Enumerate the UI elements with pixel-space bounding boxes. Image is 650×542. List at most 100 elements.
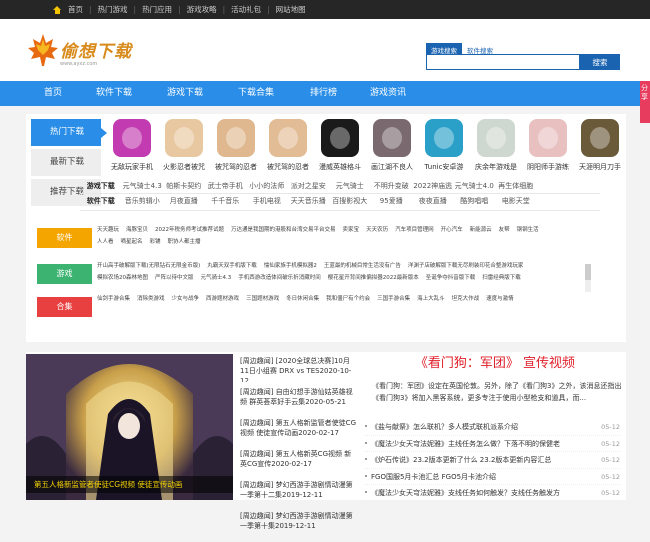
category-link[interactable]: 元气骑士4.3 <box>201 275 232 281</box>
category-link[interactable]: 我和僵尸有个约会 <box>326 296 370 302</box>
app-name[interactable]: 被咒驾的忍者 <box>262 162 314 172</box>
app-icon[interactable] <box>425 119 463 157</box>
app-icon[interactable] <box>269 119 307 157</box>
tag-link[interactable]: 月夜直播 <box>163 196 205 206</box>
topbar-link-hot-games[interactable]: 热门游戏 <box>98 4 128 15</box>
tag-link[interactable]: 小小的法师 <box>246 181 288 191</box>
category-link[interactable]: 2022年税务师考试推荐试题 <box>155 227 224 233</box>
tag-link[interactable]: 百搜影视大 <box>329 196 371 206</box>
app-icon[interactable] <box>373 119 411 157</box>
category-link[interactable]: 手机西游改造体间破乐折消藏时间 <box>238 275 321 281</box>
search-input[interactable] <box>426 54 580 70</box>
app-icon[interactable] <box>529 119 567 157</box>
app-name[interactable]: 无敌玩家手机 <box>106 162 158 172</box>
app-name[interactable]: Tunic安卓游 <box>418 162 470 172</box>
app-name[interactable]: 天涯明月刀手 <box>574 162 626 172</box>
tag-link[interactable]: 元气骑士4.0 <box>454 181 496 191</box>
app-icon[interactable] <box>113 119 151 157</box>
category-link[interactable]: 钢钢生活 <box>517 227 539 233</box>
category-link[interactable]: 仙剑手游合集 <box>97 296 130 302</box>
topbar-link-sitemap[interactable]: 网站地图 <box>276 4 306 15</box>
tag-link[interactable]: 天天音乐播 <box>288 196 330 206</box>
app-icon[interactable] <box>217 119 255 157</box>
news-item[interactable]: [周边趣闻] [2020全球总决赛]10月11日小组赛 DRX vs TES20… <box>240 356 358 382</box>
feature-list-item[interactable]: 《魔法少女天穹法妮雅》主线任务怎么做？下落不明的保健老 05-12 <box>365 436 620 452</box>
category-link[interactable]: 少女与战争 <box>172 296 200 302</box>
app-item[interactable]: 被咒驾的忍者 <box>262 119 314 172</box>
category-link[interactable]: 樱花星开背间推偏拟器2022最新版本 <box>328 275 419 281</box>
feature-item-text[interactable]: 《魔法少女天穹法妮雅》支线任务如何触发？支线任务触发方 <box>371 489 560 497</box>
tab-hot-downloads[interactable]: 热门下载 <box>31 119 107 146</box>
category-link[interactable]: 懦仙家族手机模拟器2 <box>264 263 317 269</box>
tag-link[interactable]: 元气骑士 <box>329 181 371 191</box>
topbar-link-hot-apps[interactable]: 热门应用 <box>142 4 172 15</box>
category-link[interactable]: 天天农历 <box>366 227 388 233</box>
category-button[interactable]: 游戏 <box>37 264 92 284</box>
feature-item-title[interactable]: 《魔法少女天穹法妮雅》支线任务如何触发？支线任务触发方 <box>365 485 560 501</box>
category-link[interactable]: 友帮 <box>499 227 510 233</box>
tag-link[interactable]: 电影天堂 <box>495 196 537 206</box>
news-item[interactable]: [周边趣闻] 梦幻西游手游剧情动漫第一季第十二集2019-12-11 <box>240 480 358 506</box>
hero-image[interactable]: 第五人格新监管者使徒CG视频 使徒宣传动画 <box>26 354 233 500</box>
category-link[interactable]: 职协人都主播 <box>168 239 201 245</box>
feature-list-item[interactable]: FGO国服5月卡池汇总 FGO5月卡池介绍 05-12 <box>365 469 620 485</box>
nav-games[interactable]: 游戏下载 <box>167 81 203 106</box>
app-name[interactable]: 阴阳师手游练 <box>522 162 574 172</box>
feature-item-title[interactable]: 《魔法少女天穹法妮雅》主线任务怎么做？下落不明的保健老 <box>365 436 560 452</box>
feature-item-title[interactable]: 《炉石传说》23.2版本更新了什么 23.2版本更新内容汇总 <box>365 452 551 468</box>
category-link[interactable]: 速度与激情 <box>486 296 514 302</box>
app-name[interactable]: 被咒驾的忍者 <box>210 162 262 172</box>
feature-item-text[interactable]: FGO国服5月卡池汇总 FGO5月卡池介绍 <box>371 473 496 481</box>
nav-rankings[interactable]: 排行榜 <box>310 81 337 106</box>
feature-item-title[interactable]: FGO国服5月卡池汇总 FGO5月卡池介绍 <box>365 469 496 485</box>
tag-link[interactable]: 2022神庙逃 <box>412 181 454 191</box>
category-link[interactable]: 冬日休闲合集 <box>286 296 319 302</box>
category-link[interactable]: 洋渊子店破解版下载无尽刷装印花合整游戏玩家 <box>408 263 524 269</box>
nav-home[interactable]: 首页 <box>44 81 62 106</box>
share-float-button[interactable]: 分享 <box>640 81 650 123</box>
tag-link[interactable]: 夜夜直播 <box>412 196 454 206</box>
category-link[interactable]: 开山高手破解版下载(无限钻石无限金币版) <box>97 263 200 269</box>
feature-title[interactable]: 《看门狗：军团》 宣传视频 <box>365 356 625 372</box>
category-link[interactable]: 扫雷经典版下载 <box>482 275 521 281</box>
category-link[interactable]: 严阵以待中文版 <box>155 275 194 281</box>
feature-list-item[interactable]: 《盐与献祭》怎么联机？多人模式联机派系介绍 05-12 <box>365 419 620 436</box>
nav-software[interactable]: 软件下载 <box>96 81 132 106</box>
feature-item-title[interactable]: 《盐与献祭》怎么联机？多人模式联机派系介绍 <box>365 419 518 435</box>
search-button[interactable]: 搜索 <box>580 54 620 70</box>
app-item[interactable]: 庆余年游戏是 <box>470 119 522 172</box>
category-link[interactable]: 彩铺 <box>150 239 161 245</box>
tag-link[interactable]: 元气骑士4.3 <box>122 181 164 191</box>
topbar-link-gifts[interactable]: 活动礼包 <box>231 4 261 15</box>
news-item[interactable]: [周边趣闻] 梦幻西游手游剧情动漫第一季第十集2019-12-11 <box>240 511 358 537</box>
site-logo[interactable]: 偷想下载 www.ayxz.com <box>27 33 137 77</box>
category-link[interactable]: 丸霸天双手机版下载 <box>207 263 257 269</box>
category-link[interactable]: 西游题材游戏 <box>206 296 239 302</box>
category-link[interactable]: 王蓝最的机械目常生活没有广告 <box>324 263 401 269</box>
feature-list-item[interactable]: 《炉石传说》23.2版本更新了什么 23.2版本更新内容汇总 05-12 <box>365 452 620 469</box>
tag-link[interactable]: 音乐剪辑小 <box>122 196 164 206</box>
app-icon[interactable] <box>321 119 359 157</box>
category-button[interactable]: 软件 <box>37 228 92 248</box>
category-link[interactable]: 天天趣玩 <box>97 227 119 233</box>
app-item[interactable]: 阴阳师手游练 <box>522 119 574 172</box>
app-item[interactable]: Tunic安卓游 <box>418 119 470 172</box>
app-item[interactable]: 被咒驾的忍者 <box>210 119 262 172</box>
app-icon[interactable] <box>165 119 203 157</box>
app-item[interactable]: 漫威英雄格斗 <box>314 119 366 172</box>
nav-news[interactable]: 游戏资讯 <box>370 81 406 106</box>
category-link[interactable]: 海上大乱斗 <box>417 296 445 302</box>
app-item[interactable]: 画江湖不良人 <box>366 119 418 172</box>
category-link[interactable]: 海豚宝贝 <box>126 227 148 233</box>
home-icon[interactable] <box>53 5 62 14</box>
tag-link[interactable]: 手机电视 <box>246 196 288 206</box>
app-name[interactable]: 庆余年游戏是 <box>470 162 522 172</box>
news-item[interactable]: [周边趣闻] 第五人格新监管者使徒CG视频 使徒宣传动画2020-02-17 <box>240 418 358 444</box>
feature-list-item[interactable]: 《魔法少女天穹法妮雅》支线任务如何触发？支线任务触发方 05-12 <box>365 485 620 502</box>
app-name[interactable]: 漫威英雄格斗 <box>314 162 366 172</box>
scrollbar-thumb[interactable] <box>585 264 591 280</box>
topbar-link-home[interactable]: 首页 <box>68 4 83 15</box>
category-link[interactable]: 卖家宝 <box>343 227 360 233</box>
app-name[interactable]: 画江湖不良人 <box>366 162 418 172</box>
category-link[interactable]: 汽车项目管理网 <box>395 227 434 233</box>
